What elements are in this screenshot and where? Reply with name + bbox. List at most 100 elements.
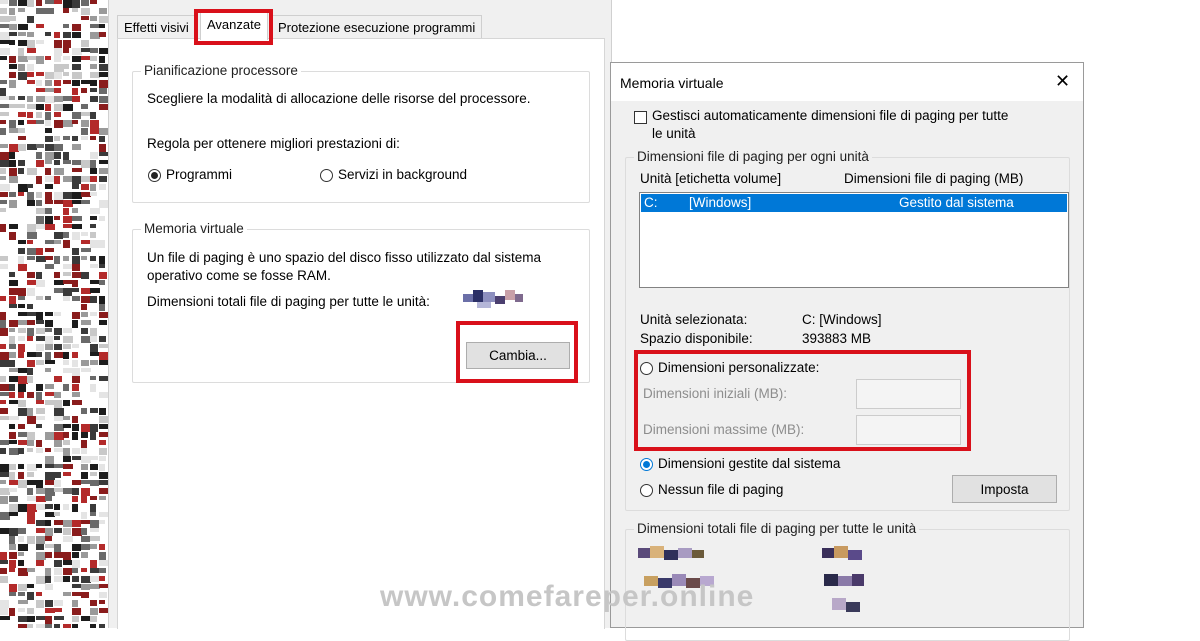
mosaic-pixel [0,608,8,615]
no-paging-radio[interactable] [640,484,653,497]
mosaic-pixel [72,88,78,95]
mosaic-pixel [72,400,82,405]
mosaic-pixel [18,32,26,36]
mosaic-pixel [90,280,99,284]
mosaic-pixel [99,56,105,63]
mosaic-pixel [0,376,6,382]
mosaic-pixel [0,200,7,204]
custom-size-radio[interactable] [640,362,653,375]
mosaic-pixel [27,584,34,588]
mosaic-pixel [99,568,106,573]
change-button[interactable]: Cambia... [466,342,570,369]
mosaic-pixel [81,120,89,127]
mosaic-pixel [63,344,71,349]
mosaic-pixel [18,328,26,333]
mosaic-pixel [45,616,52,624]
mosaic-pixel [81,408,87,414]
per-drive-group: Dimensioni file di paging per ogni unità… [625,149,1070,511]
mosaic-pixel [81,88,87,93]
mosaic-pixel [9,232,16,240]
blurred-totals-right [822,546,882,620]
mosaic-pixel [0,144,8,148]
mosaic-pixel [63,64,69,69]
mosaic-pixel [0,176,6,180]
mosaic-pixel [27,592,34,600]
mosaic-pixel [72,488,79,495]
system-managed-label: Dimensioni gestite dal sistema [658,456,841,471]
auto-manage-label-1: Gestisci automaticamente dimensioni file… [652,108,1009,123]
mosaic-pixel [18,560,24,566]
mosaic-pixel [27,416,36,424]
mosaic-pixel [99,136,105,142]
mosaic-pixel [81,536,90,542]
mosaic-pixel [27,168,37,175]
mosaic-pixel [45,216,53,224]
mosaic-pixel [99,304,105,311]
mosaic-pixel [0,208,6,212]
background-services-radio[interactable] [320,169,333,182]
mosaic-pixel [90,256,96,261]
close-icon[interactable]: ✕ [1055,71,1070,92]
mosaic-pixel [81,312,88,317]
mosaic-pixel [0,168,6,174]
mosaic-pixel [9,32,17,36]
mosaic-pixel [9,224,18,229]
mosaic-pixel [45,0,54,4]
mosaic-pixel [99,480,108,485]
mosaic-pixel [90,288,100,293]
mosaic-pixel [27,432,35,440]
mosaic-pixel [63,192,72,199]
drive-row-c[interactable]: C: [Windows] Gestito dal sistema [641,194,1067,212]
mosaic-pixel [81,464,88,470]
max-size-input[interactable] [856,415,961,445]
mosaic-pixel [36,208,45,214]
mosaic-pixel [99,8,107,14]
mosaic-pixel [63,400,70,406]
mosaic-pixel [36,200,42,206]
mosaic-pixel [99,576,105,581]
mosaic-pixel [72,224,82,229]
initial-size-input[interactable] [856,379,961,409]
mosaic-pixel [9,296,16,304]
mosaic-pixel [63,232,69,238]
no-paging-label: Nessun file di paging [658,482,784,497]
mosaic-pixel [54,560,62,567]
set-button[interactable]: Imposta [952,475,1057,503]
mosaic-pixel [90,192,97,196]
mosaic-pixel [54,608,62,612]
mosaic-pixel [90,544,97,549]
mosaic-pixel [27,40,35,48]
mosaic-pixel [99,344,108,348]
mosaic-pixel [18,256,24,264]
selected-drive-label: Unità selezionata: [640,312,748,327]
mosaic-pixel [54,408,64,416]
mosaic-pixel [81,552,88,558]
mosaic-pixel [63,472,71,476]
mosaic-pixel [9,432,16,439]
mosaic-pixel [99,176,107,182]
mosaic-pixel [36,592,42,596]
mosaic-pixel [27,112,33,118]
mosaic-pixel [45,600,53,607]
mosaic-pixel [90,152,98,159]
mosaic-pixel [27,336,33,341]
mosaic-pixel [27,472,34,477]
mosaic-pixel [0,400,6,404]
auto-manage-checkbox[interactable] [634,111,647,124]
tab-visual-effects[interactable]: Effetti visivi [117,15,196,39]
mosaic-pixel [81,584,90,590]
tab-dep[interactable]: Protezione esecuzione programmi [271,15,483,39]
mosaic-pixel [90,352,99,356]
virtual-memory-description-1: Un file di paging è uno spazio del disco… [147,250,541,265]
mosaic-pixel [0,8,7,14]
drive-list[interactable]: C: [Windows] Gestito dal sistema [639,192,1069,288]
tab-advanced[interactable]: Avanzate [200,12,268,40]
mosaic-pixel [36,176,42,184]
mosaic-pixel [9,336,15,344]
mosaic-pixel [18,432,27,437]
system-managed-radio[interactable] [640,458,653,471]
programs-radio[interactable] [148,169,161,182]
mosaic-pixel [63,40,71,48]
mosaic-pixel [27,568,35,572]
mosaic-pixel [9,568,15,572]
